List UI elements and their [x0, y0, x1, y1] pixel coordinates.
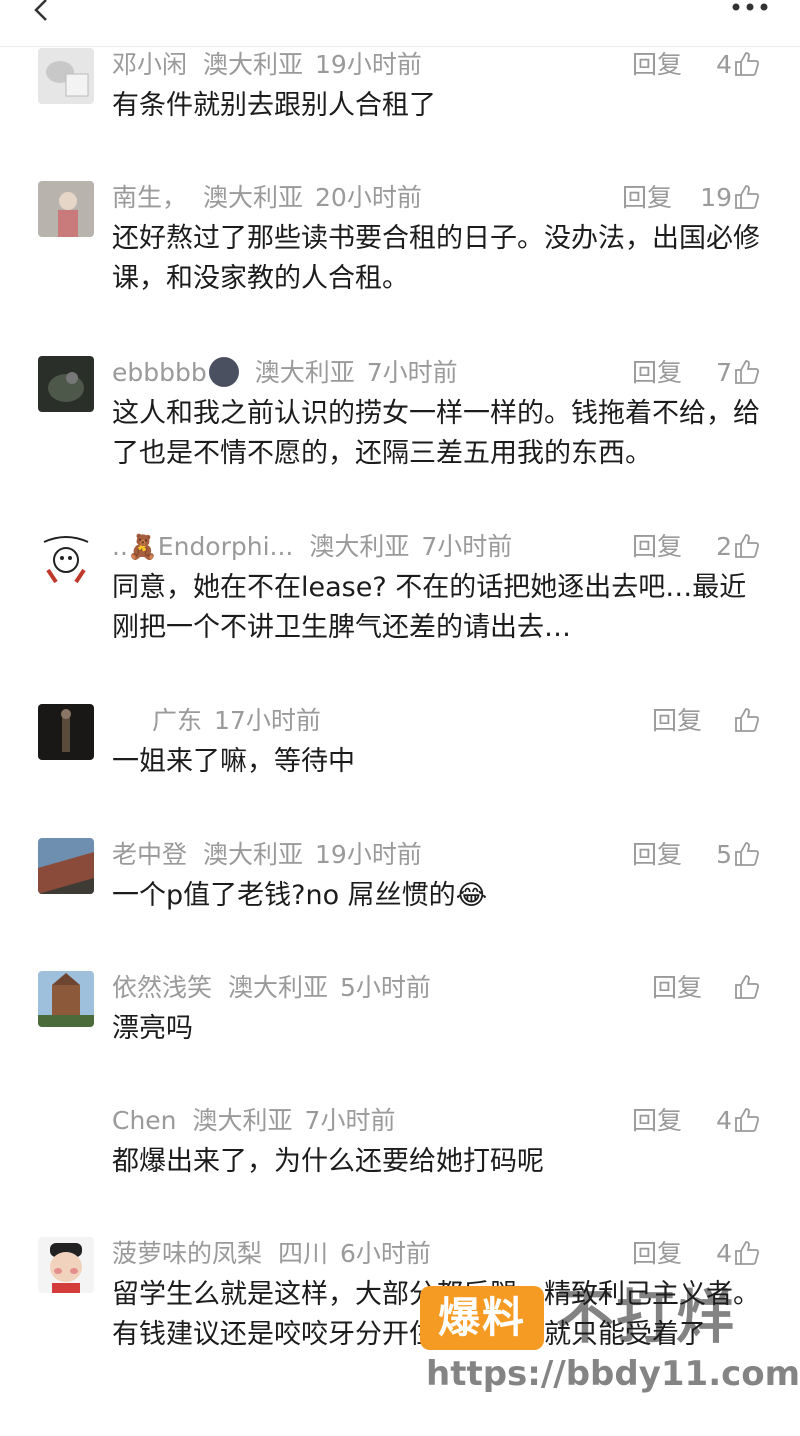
watermark-logo: 爆料 — [420, 1286, 544, 1350]
thumbs-up-icon — [735, 975, 760, 999]
reply-button[interactable]: 回复 — [632, 1237, 682, 1271]
reply-button[interactable]: 回复 — [632, 356, 682, 390]
location: 澳大利亚 — [228, 973, 329, 1002]
reply-button[interactable]: 回复 — [632, 838, 682, 872]
comment-text: 同意，她在不在lease? 不在的话把她逐出去吧…最近刚把一个不讲卫生脾气还差的… — [112, 572, 747, 643]
chevron-left-icon[interactable] — [30, 0, 50, 22]
username[interactable]: 邓小闲 — [112, 50, 187, 79]
thumbs-up-icon — [735, 1108, 760, 1132]
timestamp: 19小时前 — [315, 50, 422, 79]
like-button[interactable]: 7 — [716, 356, 760, 390]
avatar[interactable] — [38, 838, 94, 894]
like-button[interactable] — [732, 704, 760, 738]
like-count: 7 — [716, 358, 732, 387]
timestamp: 7小时前 — [304, 1106, 396, 1135]
location: 澳大利亚 — [254, 358, 355, 387]
username[interactable]: 菠萝味的凤梨 — [112, 1239, 262, 1268]
location: 四川 — [278, 1239, 329, 1268]
comment-text: 漂亮吗 — [112, 1013, 193, 1044]
watermark: 爆料 不打烊 https://bbdy11.com — [420, 1282, 800, 1402]
comment-text: 还好熬过了那些读书要合租的日子。没办法，出国必修课，和没家教的人合租。 — [112, 223, 760, 294]
moon-badge-icon — [208, 357, 239, 387]
watermark-url: https://bbdy11.com — [426, 1354, 800, 1394]
reply-button[interactable]: 回复 — [652, 971, 702, 1005]
timestamp: 6小时前 — [340, 1239, 431, 1268]
reply-button[interactable]: 回复 — [632, 530, 682, 564]
comment-text: 都爆出来了，为什么还要给她打码呢 — [112, 1146, 544, 1177]
avatar[interactable] — [38, 971, 94, 1027]
like-button[interactable]: 19 — [700, 181, 760, 215]
comment-text: 有条件就别去跟别人合租了 — [112, 90, 436, 121]
thumbs-up-icon — [735, 185, 760, 209]
location: 澳大利亚 — [203, 840, 304, 869]
timestamp: 5小时前 — [340, 973, 431, 1002]
like-button[interactable]: 5 — [716, 838, 760, 872]
location: 澳大利亚 — [309, 532, 410, 561]
username[interactable]: Endorphi... — [158, 532, 294, 561]
like-count: 4 — [716, 50, 732, 79]
top-bar — [0, 0, 800, 47]
username[interactable]: ebbbbb — [112, 358, 207, 387]
timestamp: 17小时前 — [214, 706, 321, 735]
like-count: 19 — [700, 183, 732, 212]
like-button[interactable]: 2 — [716, 530, 760, 564]
thumbs-up-icon — [735, 360, 760, 384]
teddy-bear-icon: 🧸 — [127, 533, 158, 561]
reply-button[interactable]: 回复 — [632, 48, 682, 82]
avatar[interactable] — [38, 530, 94, 586]
avatar[interactable] — [38, 704, 94, 760]
timestamp: 7小时前 — [366, 358, 458, 387]
reply-button[interactable]: 回复 — [622, 181, 672, 215]
timestamp: 20小时前 — [315, 183, 422, 212]
avatar[interactable] — [38, 48, 94, 104]
like-button[interactable]: 4 — [716, 48, 760, 82]
location: 澳大利亚 — [203, 183, 304, 212]
like-count: 4 — [716, 1239, 732, 1268]
avatar[interactable] — [38, 1237, 94, 1293]
timestamp: 7小时前 — [421, 532, 513, 561]
thumbs-up-icon — [735, 534, 760, 558]
watermark-slogan: 不打烊 — [556, 1283, 737, 1351]
avatar[interactable] — [38, 356, 94, 412]
reply-button[interactable]: 回复 — [652, 704, 702, 738]
thumbs-up-icon — [735, 842, 760, 866]
username[interactable]: 老中登 — [112, 840, 187, 869]
like-count: 5 — [716, 840, 732, 869]
thumbs-up-icon — [735, 708, 760, 732]
like-button[interactable]: 4 — [716, 1104, 760, 1138]
like-count: 4 — [716, 1106, 732, 1135]
comment-text: 这人和我之前认识的捞女一样一样的。钱拖着不给，给了也是不情不愿的，还隔三差五用我… — [112, 398, 760, 469]
username[interactable]: 依然浅笑 — [112, 973, 212, 1002]
location: 澳大利亚 — [203, 50, 304, 79]
thumbs-up-icon — [735, 1241, 760, 1265]
avatar[interactable] — [38, 181, 94, 237]
like-count: 2 — [716, 532, 732, 561]
more-dots-icon[interactable] — [730, 0, 770, 14]
username[interactable]: Chen — [112, 1106, 177, 1135]
timestamp: 19小时前 — [315, 840, 422, 869]
comment-text: 一个p值了老钱?no 屌丝惯的😂 — [112, 880, 488, 911]
location: 澳大利亚 — [192, 1106, 293, 1135]
username[interactable]: 南生， — [112, 183, 187, 212]
username-prefix: .. — [112, 532, 128, 561]
comment-text: 一姐来了嘛，等待中 — [112, 746, 355, 777]
like-button[interactable]: 4 — [716, 1237, 760, 1271]
location: 广东 — [152, 706, 203, 735]
thumbs-up-icon — [735, 52, 760, 76]
reply-button[interactable]: 回复 — [632, 1104, 682, 1138]
like-button[interactable] — [732, 971, 760, 1005]
